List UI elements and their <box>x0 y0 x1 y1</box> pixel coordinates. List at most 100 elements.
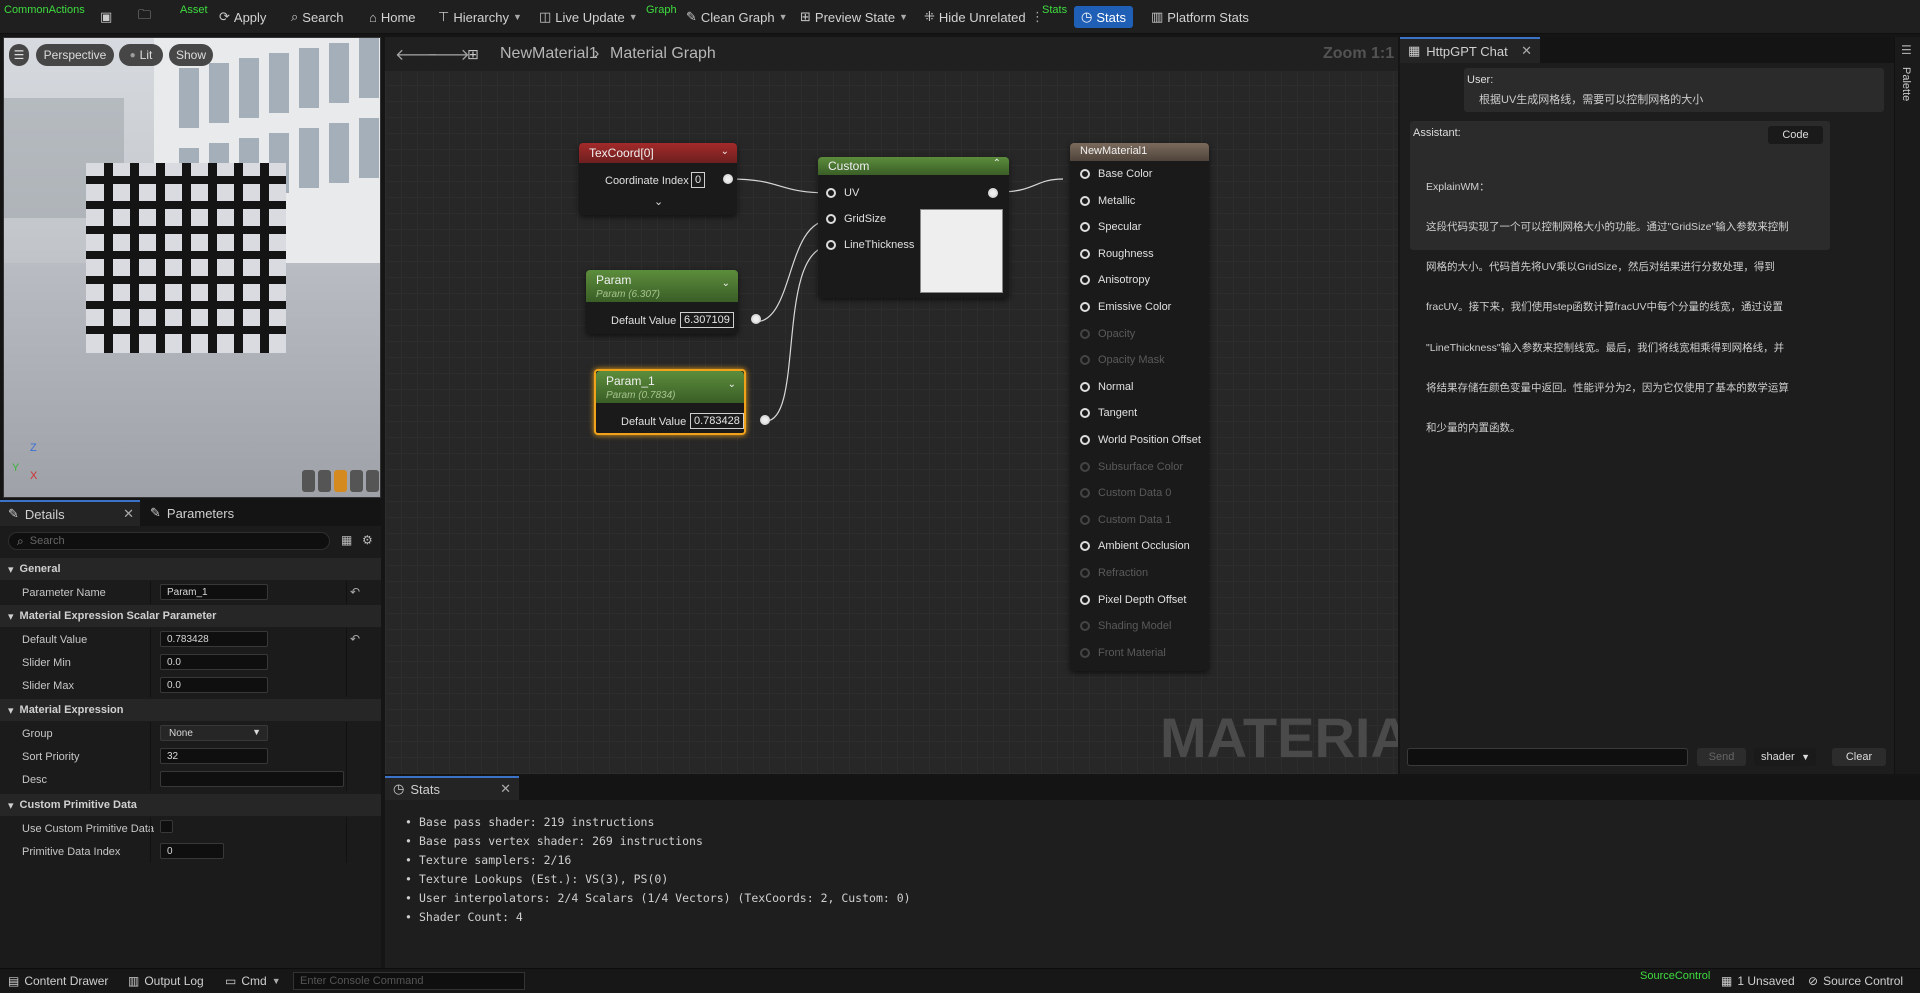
tab-details[interactable]: ✎ Details ✕ <box>0 500 140 526</box>
tab-stats[interactable]: ◷ Stats ✕ <box>385 776 519 800</box>
perspective-button[interactable]: Perspective <box>36 44 114 66</box>
details-search-input[interactable]: ⌕ Search <box>8 532 330 550</box>
chevron-down-icon[interactable]: ⌄ <box>722 278 730 289</box>
result-input-pin[interactable] <box>1080 594 1090 605</box>
section-custom-primitive-data[interactable]: ▾ Custom Primitive Data <box>0 794 381 816</box>
save-button[interactable]: ▣ <box>100 6 112 28</box>
reset-icon[interactable]: ↶ <box>350 585 360 599</box>
result-input-pin[interactable] <box>1080 568 1090 578</box>
group-dropdown[interactable]: None ▼ <box>160 725 268 741</box>
result-input-pin[interactable] <box>1080 355 1090 366</box>
home-button[interactable]: ⌂ Home <box>369 6 416 28</box>
close-icon[interactable]: ✕ <box>1521 43 1532 59</box>
material-graph[interactable]: 🡐 🡒 ⊞ NewMaterial1 › Material Graph Zoom… <box>385 37 1398 774</box>
result-input-pin[interactable] <box>1080 435 1090 445</box>
clear-button[interactable]: Clear <box>1832 748 1886 766</box>
use-custom-primitive-checkbox[interactable] <box>160 820 173 833</box>
result-input-pin[interactable] <box>1080 222 1090 233</box>
tab-parameters[interactable]: ✎ Parameters <box>142 500 282 526</box>
param-default-value[interactable]: 6.307109 <box>680 312 734 328</box>
result-input-pin[interactable] <box>1080 541 1090 552</box>
material-result-node[interactable]: NewMaterial1 Base Color Metallic Specular R… <box>1070 143 1209 671</box>
result-input-pin[interactable] <box>1080 514 1090 525</box>
preview-viewport[interactable]: ☰ Perspective ● Lit Show Z Y X <box>3 37 381 498</box>
viewport-menu-button[interactable]: ☰ <box>9 44 29 66</box>
show-button[interactable]: Show <box>169 44 213 66</box>
content-drawer-button[interactable]: ▤ Content Drawer <box>8 974 108 988</box>
search-button[interactable]: ⌕ Search <box>291 6 343 28</box>
primitive-data-index-field[interactable]: 0 <box>160 843 224 859</box>
sphere-mesh-button[interactable] <box>318 470 331 492</box>
custom-gridsize-pin[interactable] <box>826 214 836 224</box>
custom-uv-pin[interactable] <box>826 188 836 198</box>
source-control-button[interactable]: ⊘ Source Control <box>1808 974 1903 988</box>
platform-stats-button[interactable]: ▥ Platform Stats <box>1151 6 1249 28</box>
hide-unrelated-button[interactable]: ⁜ Hide Unrelated <box>924 6 1026 28</box>
desc-field[interactable] <box>160 771 344 787</box>
param1-default-value[interactable]: 0.783428 <box>690 413 744 429</box>
result-input-pin[interactable] <box>1080 169 1090 179</box>
param1-node[interactable]: Param_1 Param (0.7834) ⌄ Default Value 0… <box>594 369 770 435</box>
lit-button[interactable]: ● Lit <box>119 44 163 66</box>
param-output-pin[interactable] <box>751 314 761 324</box>
palette-tab[interactable]: Palette <box>1900 67 1912 101</box>
default-value-field[interactable]: 0.783428 <box>160 631 268 647</box>
close-icon[interactable]: ✕ <box>500 781 511 797</box>
unsaved-button[interactable]: ▦ 1 Unsaved <box>1721 974 1795 988</box>
parameter-name-field[interactable]: Param_1 <box>160 584 268 600</box>
stats-button[interactable]: ◷ Stats <box>1074 6 1133 28</box>
texcoord-output-pin[interactable] <box>723 174 733 184</box>
browse-button[interactable]: 🗀 <box>138 6 151 28</box>
expand-chevron-icon[interactable]: ⌄ <box>654 195 663 208</box>
result-input-pin[interactable] <box>1080 248 1090 259</box>
tab-httpgpt-chat[interactable]: ▦ HttpGPT Chat ✕ <box>1400 37 1540 63</box>
result-input-pin[interactable] <box>1080 381 1090 392</box>
custom-node[interactable]: Custom ⌃ UV GridSize LineThickness <box>818 157 1009 298</box>
param1-output-pin[interactable] <box>760 415 770 425</box>
result-input-pin[interactable] <box>1080 408 1090 419</box>
coordinate-index-value[interactable]: 0 <box>691 172 706 188</box>
custom-output-pin[interactable] <box>988 188 998 198</box>
custom-linethickness-pin[interactable] <box>826 240 836 250</box>
cube-mesh-button[interactable] <box>350 470 363 492</box>
send-button[interactable]: Send <box>1697 748 1746 766</box>
apply-button[interactable]: ⟳ Apply <box>219 6 266 28</box>
param-node[interactable]: Param Param (6.307) ⌄ Default Value 6.30… <box>586 270 761 334</box>
result-input-pin[interactable] <box>1080 328 1090 339</box>
result-input-pin[interactable] <box>1080 621 1090 632</box>
cmd-dropdown[interactable]: ▭ Cmd ▼ <box>225 974 281 988</box>
teapot-mesh-button[interactable] <box>366 470 379 492</box>
chat-input[interactable] <box>1407 748 1688 766</box>
result-input-pin[interactable] <box>1080 647 1090 658</box>
result-input-pin[interactable] <box>1080 488 1090 499</box>
cylinder-mesh-button[interactable] <box>302 470 315 492</box>
section-material-expression[interactable]: ▾ Material Expression <box>0 699 381 721</box>
section-scalar-parameter[interactable]: ▾ Material Expression Scalar Parameter <box>0 605 381 627</box>
live-update-button[interactable]: ◫ Live Update ▼ <box>539 6 638 28</box>
chevron-up-icon[interactable]: ⌃ <box>993 158 1001 169</box>
reset-icon[interactable]: ↶ <box>350 632 360 646</box>
mode-dropdown[interactable]: shader ▼ <box>1754 748 1816 766</box>
gear-icon[interactable]: ⚙ <box>362 533 373 547</box>
table-view-icon[interactable]: ▦ <box>341 533 352 547</box>
slider-min-field[interactable]: 0.0 <box>160 654 268 670</box>
chevron-down-icon[interactable]: ⌄ <box>728 379 736 390</box>
chevron-down-icon[interactable]: ⌄ <box>721 146 729 157</box>
texcoord-node[interactable]: TexCoord[0] ⌄ Coordinate Index 0 ⌄ <box>579 143 737 215</box>
code-button[interactable]: Code <box>1768 126 1823 144</box>
result-input-pin[interactable] <box>1080 195 1090 206</box>
hierarchy-button[interactable]: ⊤ Hierarchy ▼ <box>438 6 522 28</box>
section-general[interactable]: ▾ General <box>0 558 381 580</box>
close-icon[interactable]: ✕ <box>123 506 134 522</box>
result-input-pin[interactable] <box>1080 302 1090 312</box>
slider-max-field[interactable]: 0.0 <box>160 677 268 693</box>
console-command-input[interactable]: Enter Console Command <box>293 972 525 990</box>
sort-priority-field[interactable]: 32 <box>160 748 268 764</box>
plane-mesh-button[interactable] <box>334 470 347 492</box>
preview-state-button[interactable]: ⊞ Preview State ▼ <box>800 6 908 28</box>
result-input-pin[interactable] <box>1080 461 1090 472</box>
clean-graph-button[interactable]: ✎ Clean Graph ▼ <box>686 6 788 28</box>
result-input-pin[interactable] <box>1080 275 1090 286</box>
palette-menu-icon[interactable]: ☰ <box>1901 43 1912 57</box>
output-log-button[interactable]: ▥ Output Log <box>128 974 204 988</box>
